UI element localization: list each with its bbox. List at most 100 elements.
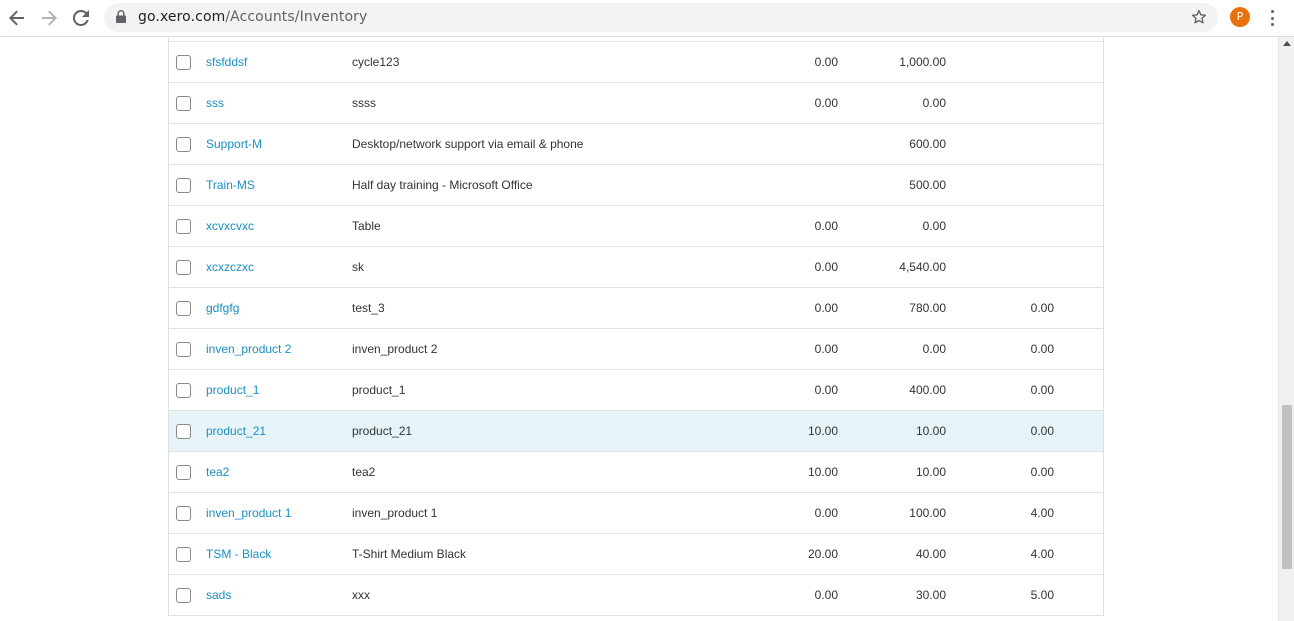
back-arrow-icon[interactable] xyxy=(5,6,29,30)
table-row[interactable]: inven_product 2 inven_product 2 0.00 0.00 0.… xyxy=(169,329,1103,370)
item-code-link[interactable]: sads xyxy=(206,575,231,616)
row-checkbox[interactable] xyxy=(176,137,191,152)
table-row[interactable]: tea2 tea2 10.00 10.00 0.00 xyxy=(169,452,1103,493)
browser-toolbar: go.xero.com/Accounts/Inventory P xyxy=(0,0,1294,37)
item-cost-price: 0.00 xyxy=(814,260,838,274)
item-description: Half day training - Microsoft Office xyxy=(352,178,533,192)
table-row[interactable]: product_1 product_1 0.00 400.00 0.00 xyxy=(169,370,1103,411)
table-row[interactable]: TSM - Black T-Shirt Medium Black 20.00 40.0… xyxy=(169,534,1103,575)
item-cost-price: 10.00 xyxy=(807,424,838,438)
url-text: go.xero.com/Accounts/Inventory xyxy=(138,9,367,25)
row-checkbox[interactable] xyxy=(176,547,191,562)
item-description: ssss xyxy=(352,96,376,110)
row-checkbox[interactable] xyxy=(176,465,191,480)
item-code-link[interactable]: product_21 xyxy=(206,411,266,452)
item-sale-price: 500.00 xyxy=(909,178,946,192)
forward-arrow-icon[interactable] xyxy=(37,6,61,30)
item-quantity: 4.00 xyxy=(1030,506,1054,520)
item-description: Table xyxy=(352,219,381,233)
item-code-link[interactable]: Support-M xyxy=(206,124,262,165)
item-sale-price: 100.00 xyxy=(909,506,946,520)
item-sale-price: 400.00 xyxy=(909,383,946,397)
table-row[interactable]: product_21 product_21 10.00 10.00 0.00 xyxy=(169,411,1103,452)
row-checkbox[interactable] xyxy=(176,383,191,398)
item-description: sk xyxy=(352,260,364,274)
item-cost-price: 0.00 xyxy=(814,506,838,520)
row-checkbox[interactable] xyxy=(176,96,191,111)
item-code-link[interactable]: sss xyxy=(206,83,224,124)
url-path: /Accounts/Inventory xyxy=(225,9,368,25)
item-sale-price: 40.00 xyxy=(915,547,946,561)
item-quantity: 0.00 xyxy=(1030,342,1054,356)
item-sale-price: 4,540.00 xyxy=(899,260,946,274)
item-code-link[interactable]: Train-MS xyxy=(206,165,255,206)
row-checkbox[interactable] xyxy=(176,219,191,234)
item-code-link[interactable]: inven_product 2 xyxy=(206,329,291,370)
table-row[interactable]: sads xxx 0.00 30.00 5.00 xyxy=(169,575,1103,616)
row-checkbox[interactable] xyxy=(176,301,191,316)
item-sale-price: 10.00 xyxy=(915,424,946,438)
table-row[interactable]: xcxzczxc sk 0.00 4,540.00 xyxy=(169,247,1103,288)
table-row[interactable]: xcvxcvxc Table 0.00 0.00 xyxy=(169,206,1103,247)
item-sale-price: 30.00 xyxy=(915,588,946,602)
table-row[interactable]: gdfgfg test_3 0.00 780.00 0.00 xyxy=(169,288,1103,329)
item-code-link[interactable]: inven_product 1 xyxy=(206,493,291,534)
item-code-link[interactable]: TSM - Black xyxy=(206,534,271,575)
star-icon[interactable] xyxy=(1190,8,1208,31)
item-code-link[interactable]: product_1 xyxy=(206,370,259,411)
profile-avatar[interactable]: P xyxy=(1230,7,1250,27)
item-code-link[interactable]: gdfgfg xyxy=(206,288,239,329)
scrollbar-thumb[interactable] xyxy=(1282,405,1292,569)
item-description: T-Shirt Medium Black xyxy=(352,547,467,561)
item-description: Desktop/network support via email & phon… xyxy=(352,137,584,151)
row-checkbox[interactable] xyxy=(176,588,191,603)
item-description: product_21 xyxy=(352,424,413,438)
item-code-link[interactable]: tea2 xyxy=(206,452,229,493)
row-checkbox[interactable] xyxy=(176,424,191,439)
item-sale-price: 1,000.00 xyxy=(899,55,946,69)
item-code-link[interactable]: xcxzczxc xyxy=(206,247,254,288)
row-checkbox[interactable] xyxy=(176,506,191,521)
item-description: cycle123 xyxy=(352,55,400,69)
item-sale-price: 780.00 xyxy=(909,301,946,315)
menu-icon[interactable] xyxy=(1262,8,1282,28)
item-sale-price: 0.00 xyxy=(922,96,946,110)
address-bar[interactable]: go.xero.com/Accounts/Inventory xyxy=(104,3,1218,32)
item-description: test_3 xyxy=(352,301,385,315)
table-row[interactable]: inven_product 1 inven_product 1 0.00 100.00… xyxy=(169,493,1103,534)
table-row[interactable]: sfsfddsf cycle123 0.00 1,000.00 xyxy=(169,42,1103,83)
item-cost-price: 10.00 xyxy=(807,465,838,479)
item-cost-price: 0.00 xyxy=(814,342,838,356)
table-row[interactable]: Support-M Desktop/network support via ema… xyxy=(169,124,1103,165)
item-sale-price: 10.00 xyxy=(915,465,946,479)
item-description: inven_product 2 xyxy=(352,342,438,356)
item-sale-price: 600.00 xyxy=(909,137,946,151)
vertical-scrollbar[interactable] xyxy=(1278,37,1294,621)
item-quantity: 0.00 xyxy=(1030,301,1054,315)
item-cost-price: 0.00 xyxy=(814,301,838,315)
item-cost-price: 0.00 xyxy=(814,383,838,397)
table-row[interactable]: sss ssss 0.00 0.00 xyxy=(169,83,1103,124)
item-sale-price: 0.00 xyxy=(922,342,946,356)
item-code-link[interactable]: xcvxcvxc xyxy=(206,206,254,247)
item-cost-price: 0.00 xyxy=(814,55,838,69)
row-checkbox[interactable] xyxy=(176,178,191,193)
item-code-link[interactable]: sfsfddsf xyxy=(206,42,247,83)
item-cost-price: 20.00 xyxy=(807,547,838,561)
scroll-up-arrow-icon[interactable] xyxy=(1283,41,1291,46)
item-description: tea2 xyxy=(352,465,376,479)
row-checkbox[interactable] xyxy=(176,55,191,70)
item-description: product_1 xyxy=(352,383,406,397)
item-sale-price: 0.00 xyxy=(922,219,946,233)
url-host: go.xero.com xyxy=(138,9,226,25)
item-description: xxx xyxy=(352,588,370,602)
page-viewport: sfsfddsf cycle123 0.00 1,000.00 sss ssss 0.00 0… xyxy=(0,37,1278,621)
item-quantity: 0.00 xyxy=(1030,383,1054,397)
row-checkbox[interactable] xyxy=(176,260,191,275)
inventory-table: sfsfddsf cycle123 0.00 1,000.00 sss ssss 0.00 0… xyxy=(168,37,1104,616)
item-cost-price: 0.00 xyxy=(814,588,838,602)
reload-icon[interactable] xyxy=(69,6,93,30)
row-checkbox[interactable] xyxy=(176,342,191,357)
lock-icon xyxy=(116,10,126,28)
table-row[interactable]: Train-MS Half day training - Microsoft Of… xyxy=(169,165,1103,206)
